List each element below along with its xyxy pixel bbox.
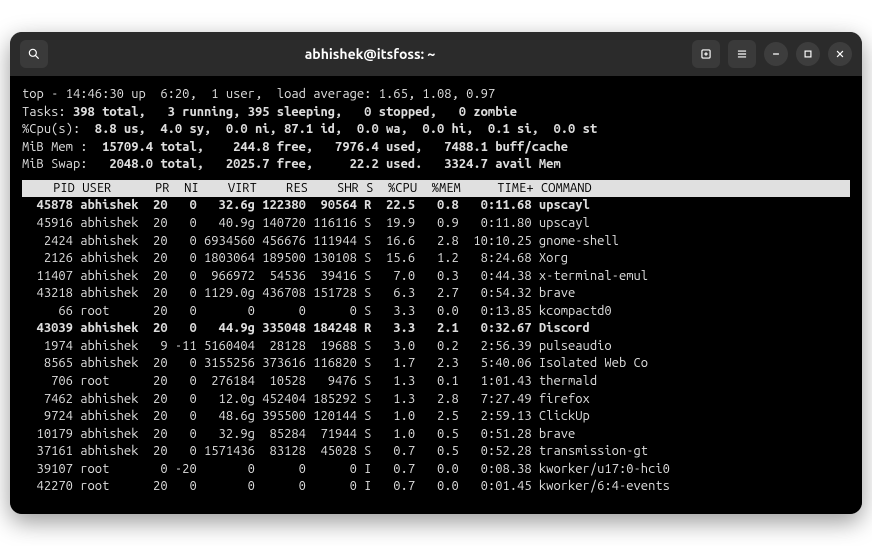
titlebar: abhishek@itsfoss: ~ (10, 32, 862, 76)
top-summary-tasks: Tasks: 398 total, 3 running, 395 sleepin… (22, 104, 850, 122)
top-summary-line1: top - 14:46:30 up 6:20, 1 user, load ave… (22, 86, 850, 104)
process-row: 43039 abhishek 20 0 44.9g 335048 184248 … (22, 320, 850, 338)
process-row: 39107 root 0 -20 0 0 0 I 0.7 0.0 0:08.38… (22, 461, 850, 479)
process-row: 37161 abhishek 20 0 1571436 83128 45028 … (22, 443, 850, 461)
process-row: 66 root 20 0 0 0 0 S 3.3 0.0 0:13.85 kco… (22, 303, 850, 321)
process-row: 9724 abhishek 20 0 48.6g 395500 120144 S… (22, 408, 850, 426)
maximize-button[interactable] (796, 42, 820, 66)
maximize-icon (801, 47, 815, 61)
hamburger-icon (735, 47, 749, 61)
process-table-header: PID USER PR NI VIRT RES SHR S %CPU %MEM … (22, 180, 850, 198)
process-row: 8565 abhishek 20 0 3155256 373616 116820… (22, 355, 850, 373)
new-tab-icon (699, 47, 713, 61)
process-row: 2126 abhishek 20 0 1803064 189500 130108… (22, 250, 850, 268)
search-icon (27, 47, 41, 61)
top-summary-cpu: %Cpu(s): 8.8 us, 4.0 sy, 0.0 ni, 87.1 id… (22, 121, 850, 139)
process-row: 706 root 20 0 276184 10528 9476 S 1.3 0.… (22, 373, 850, 391)
process-row: 11407 abhishek 20 0 966972 54536 39416 S… (22, 268, 850, 286)
process-row: 7462 abhishek 20 0 12.0g 452404 185292 S… (22, 391, 850, 409)
process-row: 2424 abhishek 20 0 6934560 456676 111944… (22, 233, 850, 251)
terminal-body[interactable]: top - 14:46:30 up 6:20, 1 user, load ave… (10, 76, 862, 514)
process-row: 43218 abhishek 20 0 1129.0g 436708 15172… (22, 285, 850, 303)
minimize-icon (769, 47, 783, 61)
process-row: 1974 abhishek 9 -11 5160404 28128 19688 … (22, 338, 850, 356)
close-icon (833, 47, 847, 61)
process-row: 45878 abhishek 20 0 32.6g 122380 90564 R… (22, 197, 850, 215)
menu-button[interactable] (728, 40, 756, 68)
top-summary-swap: MiB Swap: 2048.0 total, 2025.7 free, 22.… (22, 156, 850, 174)
close-button[interactable] (828, 42, 852, 66)
minimize-button[interactable] (764, 42, 788, 66)
process-row: 42270 root 20 0 0 0 0 I 0.7 0.0 0:01.45 … (22, 478, 850, 496)
new-tab-button[interactable] (692, 40, 720, 68)
process-row: 45916 abhishek 20 0 40.9g 140720 116116 … (22, 215, 850, 233)
window-title: abhishek@itsfoss: ~ (305, 46, 436, 62)
top-summary-mem: MiB Mem : 15709.4 total, 244.8 free, 797… (22, 139, 850, 157)
process-row: 10179 abhishek 20 0 32.9g 85284 71944 S … (22, 426, 850, 444)
process-table-body: 45878 abhishek 20 0 32.6g 122380 90564 R… (22, 197, 850, 495)
search-button[interactable] (20, 40, 48, 68)
terminal-window: abhishek@itsfoss: ~ top - 14:46:30 up 6:… (10, 32, 862, 514)
